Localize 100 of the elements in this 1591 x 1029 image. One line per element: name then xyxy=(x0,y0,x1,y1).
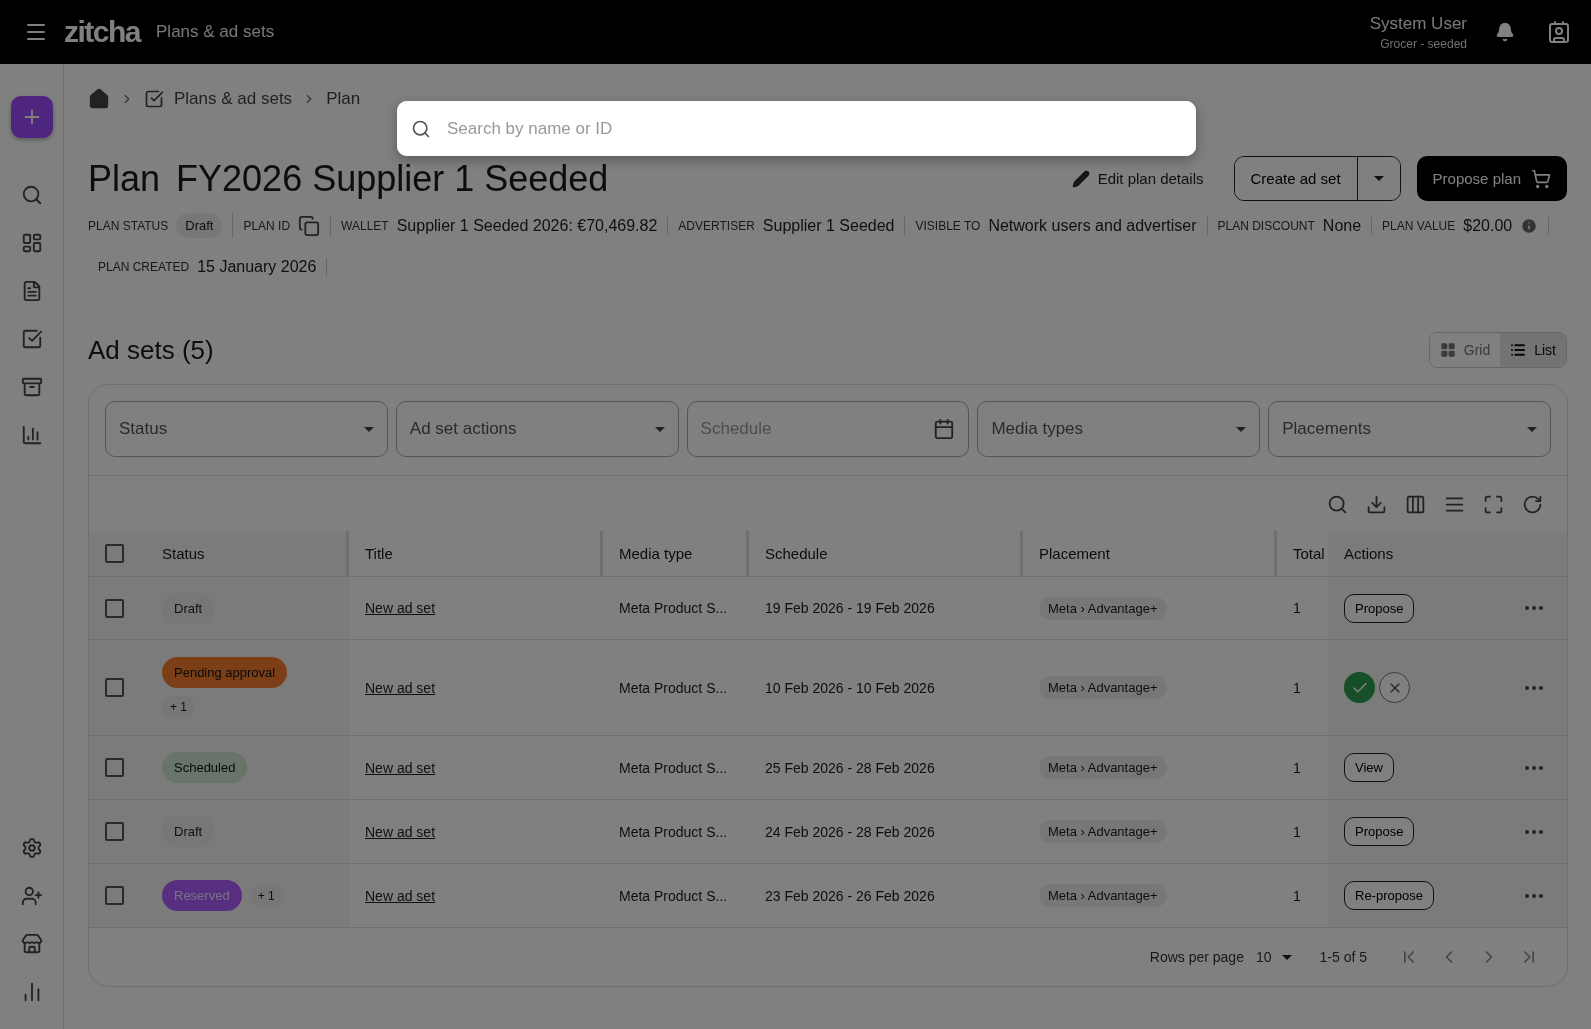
row-checkbox[interactable] xyxy=(105,822,124,841)
dashboard-icon[interactable] xyxy=(20,232,43,254)
grid-icon xyxy=(1439,342,1456,358)
search-field[interactable]: Search by name or ID xyxy=(397,101,1196,156)
search-icon[interactable] xyxy=(1327,494,1348,515)
add-user-icon[interactable] xyxy=(20,885,43,907)
action-button[interactable]: Re-propose xyxy=(1344,881,1434,910)
settings-icon[interactable] xyxy=(20,837,43,859)
list-icon xyxy=(1510,342,1527,358)
chart-icon[interactable] xyxy=(20,424,43,446)
checklist-icon xyxy=(144,89,164,109)
table-cell: 24 Feb 2026 - 28 Feb 2026 xyxy=(765,823,935,840)
table-cell: 19 Feb 2026 - 19 Feb 2026 xyxy=(765,600,935,616)
meta-label: PLAN STATUS xyxy=(88,218,169,233)
status-badge: Pending approval xyxy=(162,657,288,688)
more-icon xyxy=(1525,685,1543,690)
edit-button[interactable]: Edit plan details xyxy=(1065,168,1210,189)
breadcrumb-link[interactable]: Plans & ad sets xyxy=(174,89,293,109)
action-button[interactable]: Propose xyxy=(1344,817,1415,846)
search-icon[interactable] xyxy=(20,184,43,206)
meta-value: None xyxy=(1322,216,1362,235)
status-badge: Scheduled xyxy=(162,752,248,783)
more-icon xyxy=(1525,893,1543,898)
row-checkbox[interactable] xyxy=(105,886,124,905)
copy-icon[interactable] xyxy=(298,214,321,237)
filter-field[interactable]: Placements xyxy=(1268,401,1551,457)
ad-set-link[interactable]: New ad set xyxy=(365,759,436,776)
select-all-checkbox[interactable] xyxy=(105,544,124,563)
section-title: Plans & ad sets xyxy=(156,22,275,42)
table-cell: 1 xyxy=(1293,823,1301,840)
column-header[interactable]: Status xyxy=(146,531,349,576)
more-button[interactable] xyxy=(1525,829,1543,834)
placement-chip: Meta › Advantage+ xyxy=(1039,756,1167,779)
table-cell: 1 xyxy=(1293,759,1301,776)
page-range: 1-5 of 5 xyxy=(1319,949,1367,965)
ad-set-link[interactable]: New ad set xyxy=(365,600,436,616)
caret-icon xyxy=(1373,176,1384,181)
caret-icon xyxy=(654,426,665,432)
row-checkbox[interactable] xyxy=(105,598,124,618)
notifications-icon[interactable] xyxy=(1495,22,1515,42)
meta-label: ADVERTISER xyxy=(678,218,755,233)
meta-label: PLAN ID xyxy=(243,218,291,233)
filter-field[interactable]: Ad set actions xyxy=(395,401,679,457)
pencil-icon xyxy=(1071,169,1090,188)
more-button[interactable] xyxy=(1525,765,1543,770)
action-button[interactable]: View xyxy=(1344,753,1394,782)
table-cell: 1 xyxy=(1293,679,1301,696)
more-button[interactable] xyxy=(1525,893,1543,898)
placement-chip: Meta › Advantage+ xyxy=(1039,820,1167,843)
caret-icon xyxy=(1527,426,1537,432)
download-icon[interactable] xyxy=(1366,494,1387,515)
filter-field[interactable]: Status xyxy=(105,401,388,457)
search-icon xyxy=(411,118,431,139)
table-cell: Meta Product S... xyxy=(619,600,728,616)
more-button[interactable] xyxy=(1525,606,1543,610)
page-title: Plan FY2026 Supplier 1 Seeded xyxy=(88,157,609,200)
table-cell: 10 Feb 2026 - 10 Feb 2026 xyxy=(765,679,935,696)
more-icon xyxy=(1525,606,1543,610)
view-toggle[interactable]: List xyxy=(1500,333,1566,367)
ad-set-link[interactable]: New ad set xyxy=(365,679,436,696)
breadcrumb-link[interactable]: Plan xyxy=(326,89,361,109)
meta-value: Supplier 1 Seeded 2026: €70,469.82 xyxy=(396,216,658,235)
rows-per-page-label: Rows per page xyxy=(1149,949,1244,965)
table-cell: Meta Product S... xyxy=(619,887,728,904)
status-chip: Draft xyxy=(176,213,223,238)
action-button[interactable]: Propose xyxy=(1344,593,1415,623)
refresh-icon[interactable] xyxy=(1522,494,1543,515)
rows-per-page-select[interactable]: 10 xyxy=(1255,949,1292,965)
cart-icon xyxy=(1531,168,1551,189)
calendar-icon xyxy=(933,418,956,440)
propose-button[interactable]: Propose plan xyxy=(1416,156,1567,201)
account-icon[interactable] xyxy=(1547,20,1571,44)
row-checkbox[interactable] xyxy=(105,678,124,697)
create-ad-set-button[interactable]: Create ad set xyxy=(1234,157,1358,200)
checklist-icon[interactable] xyxy=(20,328,43,350)
archive-icon[interactable] xyxy=(20,376,43,398)
placement-chip: Meta › Advantage+ xyxy=(1039,884,1167,907)
ad-set-link[interactable]: New ad set xyxy=(365,823,436,840)
store-icon[interactable] xyxy=(20,933,43,955)
approve-button[interactable] xyxy=(1344,672,1375,703)
fullscreen-icon[interactable] xyxy=(1483,494,1504,515)
home-icon[interactable] xyxy=(88,88,110,110)
column-header[interactable]: Actions xyxy=(1328,531,1567,576)
more-count: + 1 xyxy=(249,884,283,907)
meta-value: $20.00 xyxy=(1463,216,1513,235)
table-cell: Meta Product S... xyxy=(619,679,728,696)
ad-set-link[interactable]: New ad set xyxy=(365,887,436,904)
meta-label: WALLET xyxy=(341,218,389,233)
create-button[interactable] xyxy=(10,96,53,138)
filter-field[interactable]: Media types xyxy=(977,401,1261,457)
reject-button[interactable] xyxy=(1379,672,1410,703)
info-icon[interactable] xyxy=(1520,216,1539,235)
table-cell: Meta Product S... xyxy=(619,759,728,776)
table-cell: Meta Product S... xyxy=(619,823,728,840)
row-checkbox[interactable] xyxy=(105,758,124,777)
more-button[interactable] xyxy=(1525,685,1543,690)
placement-chip: Meta › Advantage+ xyxy=(1039,596,1167,620)
caret-icon xyxy=(363,426,374,432)
user-name: System User xyxy=(1369,13,1467,34)
columns-icon[interactable] xyxy=(1405,494,1426,515)
